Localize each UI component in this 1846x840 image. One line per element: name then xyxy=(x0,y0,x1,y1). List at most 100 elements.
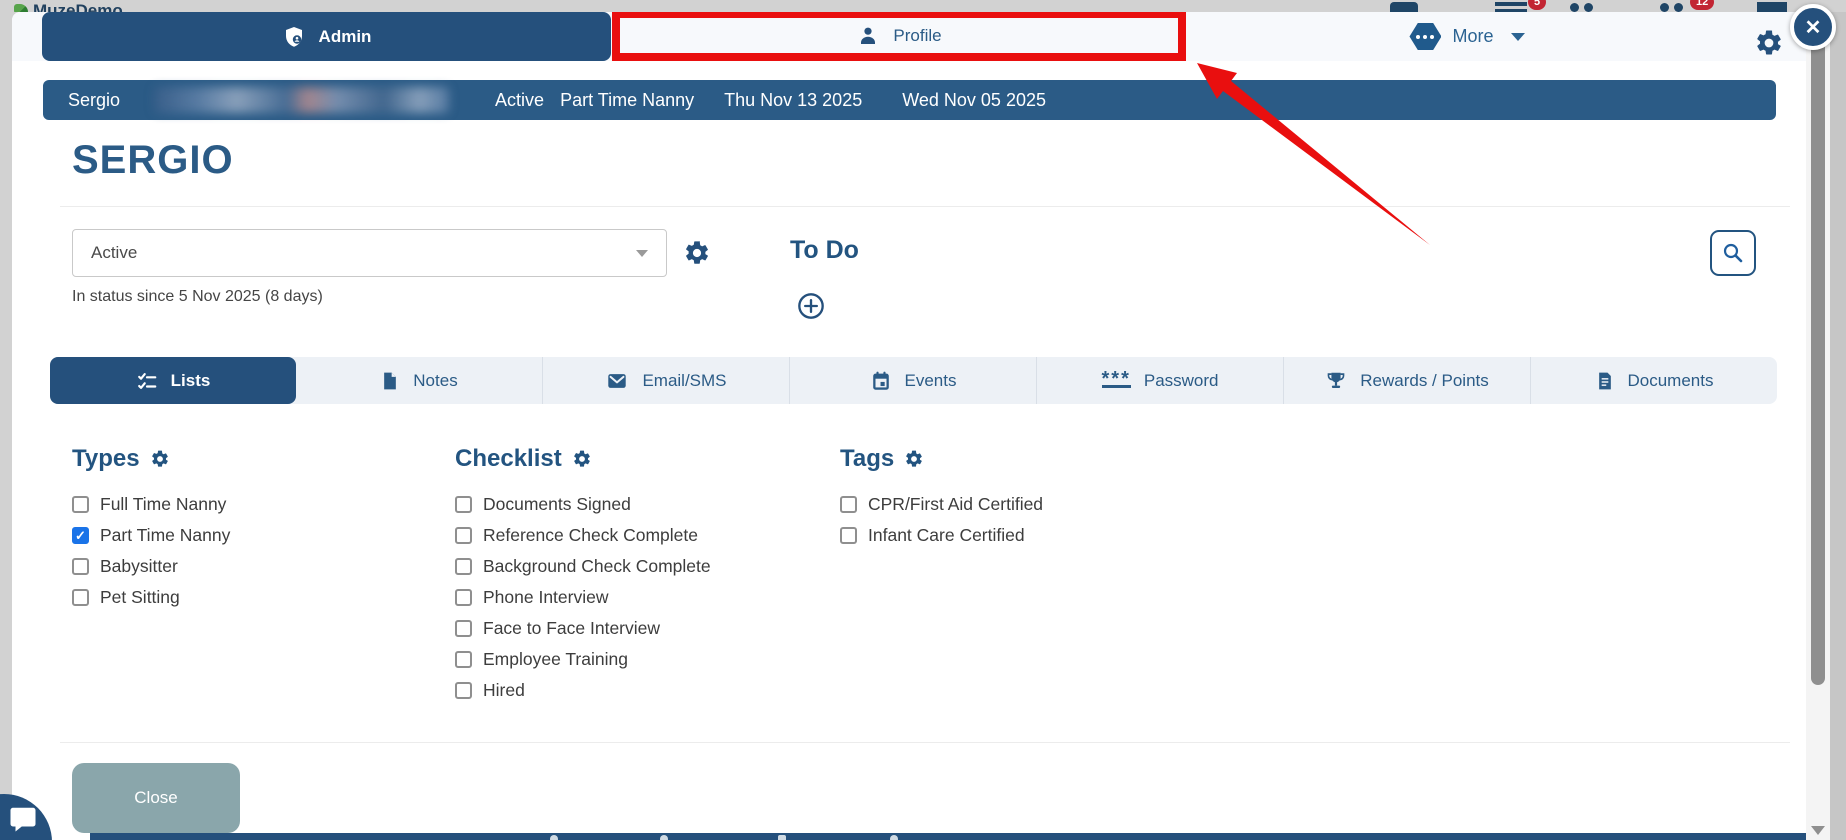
summary-employment-type: Part Time Nanny xyxy=(560,89,695,110)
page-background-top: MuzeDemo 5 12 xyxy=(0,0,1846,12)
person-summary-bar: Sergio Active Part Time Nanny Thu Nov 13… xyxy=(43,80,1776,120)
checkbox[interactable] xyxy=(72,526,89,544)
calendar-icon xyxy=(872,371,889,390)
checkbox[interactable] xyxy=(72,557,89,575)
admin-shield-icon xyxy=(285,26,302,47)
checkbox[interactable] xyxy=(455,557,472,575)
status-select-value: Active xyxy=(91,243,138,262)
person-icon xyxy=(861,27,876,44)
close-icon: ✕ xyxy=(1804,16,1822,39)
summary-date-secondary: Wed Nov 05 2025 xyxy=(902,89,1046,110)
search-button[interactable] xyxy=(1710,230,1756,276)
tab-label: Rewards / Points xyxy=(1360,370,1489,390)
checklist-settings-gear-icon[interactable] xyxy=(572,449,592,469)
add-todo-icon[interactable] xyxy=(797,292,825,320)
checkbox-label: Phone Interview xyxy=(483,586,609,607)
tab-profile-label: Profile xyxy=(893,25,942,45)
people-badge: 12 xyxy=(1690,0,1715,10)
page-background-right xyxy=(1830,0,1846,840)
checkbox-row[interactable]: Documents Signed xyxy=(455,493,711,515)
tab-more[interactable]: More xyxy=(1352,12,1582,61)
tags-settings-gear-icon[interactable] xyxy=(904,449,924,469)
checkbox-row[interactable]: Full Time Nanny xyxy=(72,493,230,515)
checkbox-label: Pet Sitting xyxy=(100,586,180,607)
people-icon xyxy=(1584,3,1593,12)
profile-modal: Admin Profile More Sergio Active Part Ti… xyxy=(12,12,1806,840)
tags-column: Tags CPR/First Aid Certified Infant Care… xyxy=(840,444,1043,546)
trophy-icon xyxy=(1327,372,1345,388)
checkbox-label: CPR/First Aid Certified xyxy=(868,493,1044,514)
tab-admin-label: Admin xyxy=(318,26,372,46)
summary-date-primary: Thu Nov 13 2025 xyxy=(724,89,863,110)
tab-documents[interactable]: Documents xyxy=(1530,357,1777,404)
checkbox-row[interactable]: Babysitter xyxy=(72,555,230,577)
checkbox-label: Documents Signed xyxy=(483,493,631,514)
status-settings-gear-icon[interactable] xyxy=(683,239,711,267)
checkbox[interactable] xyxy=(840,495,857,513)
checkbox-row[interactable]: Phone Interview xyxy=(455,586,711,608)
status-note: In status since 5 Nov 2025 (8 days) xyxy=(72,288,323,305)
modal-settings-gear-icon[interactable] xyxy=(1754,28,1784,58)
divider xyxy=(60,742,1790,743)
types-settings-gear-icon[interactable] xyxy=(150,449,170,469)
more-dots-icon xyxy=(1409,23,1442,50)
checkbox-row[interactable]: Reference Check Complete xyxy=(455,524,711,546)
tab-lists[interactable]: Lists xyxy=(50,357,296,404)
envelope-icon xyxy=(608,373,627,388)
checklist-column: Checklist Documents Signed Reference Che… xyxy=(455,444,711,701)
briefcase-icon xyxy=(1390,2,1418,12)
tab-email-sms[interactable]: Email/SMS xyxy=(542,357,789,404)
asterisks-icon: *** xyxy=(1101,367,1131,390)
checkbox[interactable] xyxy=(455,681,472,699)
tab-profile[interactable]: Profile xyxy=(612,12,1186,61)
types-column: Types Full Time Nanny Part Time Nanny Ba… xyxy=(72,444,230,608)
checkbox-row[interactable]: Face to Face Interview xyxy=(455,617,711,639)
checkbox-row[interactable]: Background Check Complete xyxy=(455,555,711,577)
modal-close-button[interactable]: ✕ xyxy=(1790,4,1836,50)
checkbox[interactable] xyxy=(455,526,472,544)
bottom-app-bar xyxy=(90,833,1806,840)
checkbox-row[interactable]: Pet Sitting xyxy=(72,586,230,608)
page-background-left xyxy=(0,0,12,840)
checkbox-label: Infant Care Certified xyxy=(868,524,1025,545)
tab-events[interactable]: Events xyxy=(789,357,1036,404)
checkbox-row[interactable]: Infant Care Certified xyxy=(840,524,1043,546)
logo-text: MuzeDemo xyxy=(33,1,123,12)
tab-rewards-points[interactable]: Rewards / Points xyxy=(1283,357,1530,404)
scrollbar-down-arrow[interactable] xyxy=(1811,826,1825,835)
checklist-title: Checklist xyxy=(455,445,562,472)
checkbox[interactable] xyxy=(840,526,857,544)
todo-title: To Do xyxy=(790,236,859,264)
checkbox-label: Babysitter xyxy=(100,555,178,576)
checkbox[interactable] xyxy=(72,588,89,606)
document-icon xyxy=(1598,372,1611,389)
tab-password[interactable]: *** Password xyxy=(1036,357,1283,404)
checkbox-row[interactable]: Hired xyxy=(455,679,711,701)
checkbox-row[interactable]: Part Time Nanny xyxy=(72,524,230,546)
note-icon xyxy=(384,372,397,389)
status-select[interactable]: Active xyxy=(72,229,667,277)
tab-label: Lists xyxy=(170,370,211,390)
checkbox-label: Full Time Nanny xyxy=(100,493,227,514)
checkbox-label: Reference Check Complete xyxy=(483,524,698,545)
chevron-down-icon xyxy=(1510,32,1525,41)
close-button[interactable]: Close xyxy=(72,763,240,833)
checkbox[interactable] xyxy=(455,495,472,513)
checkbox-row[interactable]: CPR/First Aid Certified xyxy=(840,493,1043,515)
checkbox-label: Hired xyxy=(483,679,525,700)
checkbox[interactable] xyxy=(455,619,472,637)
tags-title: Tags xyxy=(840,445,895,472)
checkbox-label: Background Check Complete xyxy=(483,555,711,576)
people-icon xyxy=(1660,3,1669,12)
chat-icon xyxy=(10,807,36,832)
checkbox[interactable] xyxy=(72,495,89,513)
checkbox-row[interactable]: Employee Training xyxy=(455,648,711,670)
logo-leaf-icon xyxy=(14,4,28,12)
checkbox[interactable] xyxy=(455,650,472,668)
tab-admin[interactable]: Admin xyxy=(42,12,611,61)
summary-name: Sergio xyxy=(68,89,121,110)
scrollbar-thumb[interactable] xyxy=(1811,35,1825,685)
checkbox[interactable] xyxy=(455,588,472,606)
tab-notes[interactable]: Notes xyxy=(296,357,542,404)
search-icon xyxy=(1723,243,1743,263)
